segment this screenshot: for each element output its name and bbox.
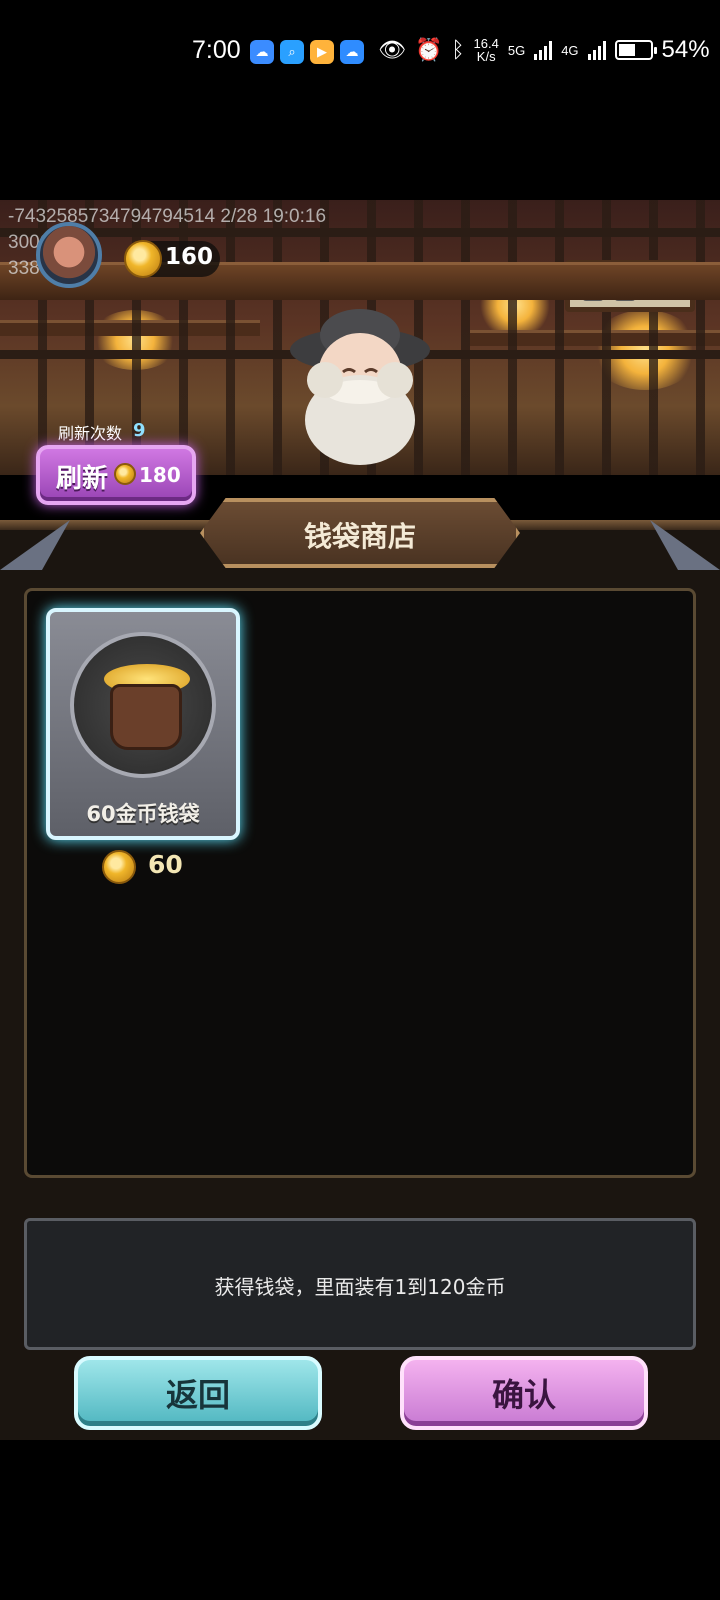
- item-icon-frame: [70, 632, 216, 778]
- gold-coin-icon: [124, 240, 162, 278]
- item-description-box: 获得钱袋，里面装有1到120金币: [24, 1218, 696, 1350]
- alarm-icon: ⏰: [414, 37, 443, 62]
- shop-title: 钱袋商店: [303, 520, 416, 553]
- player-avatar[interactable]: [36, 222, 102, 288]
- cloud-app-icon: ☁: [250, 40, 274, 64]
- signal1-label: 5G: [507, 42, 526, 58]
- wizard-shopkeeper: [290, 309, 430, 465]
- item-price: 60: [148, 850, 183, 879]
- shop-item-card[interactable]: 60金币钱袋: [46, 608, 240, 840]
- bluetooth-icon: ᛒ: [451, 37, 465, 62]
- net-speed-unit: K/s: [476, 49, 496, 64]
- status-time: 7:00: [192, 36, 241, 64]
- confirm-button[interactable]: 确认: [400, 1356, 648, 1430]
- battery-percent: 54%: [661, 36, 710, 63]
- money-bag-icon: [110, 684, 182, 750]
- battery-icon: [614, 40, 657, 60]
- net-speed: 16.4 K/s: [474, 37, 499, 63]
- status-bar: 7:00 ☁ ⌕ ▶ ☁ 👁 ⏰ ᛒ 16.4 K/s 5G 4G 54%: [0, 0, 720, 100]
- item-name: 60金币钱袋: [86, 802, 200, 826]
- refresh-button-label: 刷新: [56, 464, 109, 494]
- gold-coin-icon: [102, 850, 136, 884]
- weather-app-icon: ☁: [340, 40, 364, 64]
- back-button[interactable]: 返回: [74, 1356, 322, 1430]
- eye-icon: 👁: [378, 37, 406, 62]
- status-right: 👁 ⏰ ᛒ 16.4 K/s 5G 4G 54%: [378, 36, 710, 64]
- search-app-icon: ⌕: [280, 40, 304, 64]
- refresh-count-value: 9: [133, 420, 146, 441]
- cage-bar: [0, 228, 720, 237]
- battery-fill: [618, 44, 635, 56]
- bottom-area: [0, 1440, 720, 1600]
- signal-4g-icon: [587, 40, 606, 60]
- item-description: 获得钱袋，里面装有1到120金币: [214, 1275, 506, 1299]
- signal2-label: 4G: [561, 42, 579, 58]
- video-app-icon: ▶: [310, 40, 334, 64]
- signal-5g-icon: [534, 40, 553, 60]
- coin-balance-value: 160: [165, 244, 214, 270]
- refresh-count-label: 刷新次数: [58, 424, 123, 443]
- shop-counter: [0, 262, 720, 300]
- notification-icons: ☁ ⌕ ▶ ☁: [250, 40, 364, 64]
- refresh-cost: 180: [139, 463, 181, 487]
- refresh-button[interactable]: 刷新 180: [36, 445, 196, 505]
- gold-coin-icon: [114, 463, 136, 485]
